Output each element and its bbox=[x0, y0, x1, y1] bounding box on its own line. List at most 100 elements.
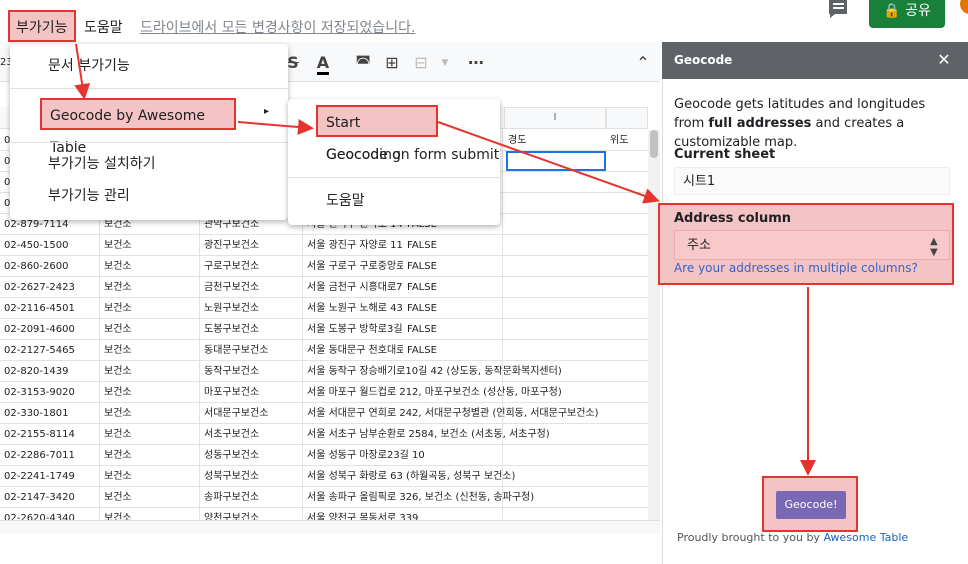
table-cell[interactable]: 02-2127-5465 bbox=[0, 340, 100, 361]
multi-column-link[interactable]: Are your addresses in multiple columns? bbox=[674, 261, 918, 275]
table-cell[interactable]: 서울 성동구 마장로23길 10 bbox=[303, 445, 427, 466]
table-cell[interactable]: 서울 동작구 장승배기로10길 42 (상도동, 동작문화복지센터) bbox=[303, 361, 564, 382]
table-cell[interactable]: 서울 노원구 노해로 43 bbox=[303, 298, 403, 319]
table-cell[interactable]: 서울 동대문구 천호대로 bbox=[303, 340, 403, 361]
menu-item-geocode-on-submit[interactable]: Geocode on form submit bbox=[288, 139, 500, 171]
table-cell[interactable]: 도봉구보건소 bbox=[200, 319, 303, 340]
comment-icon[interactable] bbox=[826, 0, 852, 20]
table-cell[interactable]: 금천구보건소 bbox=[200, 277, 303, 298]
table-cell[interactable]: 02-2241-1749 bbox=[0, 466, 100, 487]
borders-icon[interactable]: ⊞ bbox=[381, 52, 403, 74]
table-cell[interactable]: 광진구보건소 bbox=[200, 235, 303, 256]
table-cell[interactable] bbox=[403, 403, 503, 424]
table-cell[interactable]: 보건소 bbox=[100, 466, 200, 487]
table-cell[interactable]: 보건소 bbox=[100, 403, 200, 424]
menu-help[interactable]: 도움말 bbox=[78, 12, 129, 44]
table-cell[interactable] bbox=[403, 445, 503, 466]
table-cell[interactable]: 보건소 bbox=[100, 277, 200, 298]
table-cell[interactable]: 성북구보건소 bbox=[200, 466, 303, 487]
table-cell[interactable] bbox=[403, 382, 503, 403]
table-cell[interactable]: 서울 금천구 시흥대로7 bbox=[303, 277, 403, 298]
address-column-label: Address column bbox=[674, 211, 792, 226]
table-cell[interactable]: 서울 서초구 남부순환로 2584, 보건소 (서초동, 서초구청) bbox=[303, 424, 552, 445]
table-row: 02-330-1801 보건소 서대문구보건소 서울 서대문구 연희로 242, 서대… bbox=[0, 403, 660, 424]
menu-addons[interactable]: 부가기능 bbox=[8, 10, 76, 42]
table-cell[interactable]: 보건소 bbox=[100, 382, 200, 403]
fill-color-icon[interactable]: ◚ bbox=[352, 52, 374, 74]
column-header-j[interactable] bbox=[606, 107, 648, 129]
table-cell[interactable]: 보건소 bbox=[100, 424, 200, 445]
table-cell[interactable]: 서울 구로구 구로중앙로 bbox=[303, 256, 403, 277]
table-cell[interactable]: FALSE bbox=[403, 235, 503, 256]
table-row: 02-2155-8114 보건소 서초구보건소 서울 서초구 남부순환로 2584, … bbox=[0, 424, 660, 445]
table-cell[interactable]: 보건소 bbox=[100, 235, 200, 256]
table-cell[interactable]: 보건소 bbox=[100, 340, 200, 361]
table-cell[interactable]: 02-2091-4600 bbox=[0, 319, 100, 340]
table-cell[interactable]: 보건소 bbox=[100, 445, 200, 466]
table-cell[interactable]: 02-450-1500 bbox=[0, 235, 100, 256]
table-cell[interactable]: 02-2627-2423 bbox=[0, 277, 100, 298]
table-cell[interactable]: 마포구보건소 bbox=[200, 382, 303, 403]
merge-cells-icon[interactable]: ⊟ bbox=[410, 52, 432, 74]
menu-item-manage-addons[interactable]: 부가기능 관리 bbox=[10, 180, 288, 212]
table-cell[interactable]: 서울 광진구 자양로 11 bbox=[303, 235, 403, 256]
menu-item-docs-addons[interactable]: 문서 부가기능 bbox=[10, 50, 288, 82]
chevron-down-icon[interactable]: ▼ bbox=[434, 52, 456, 74]
table-cell[interactable]: 02-820-1439 bbox=[0, 361, 100, 382]
table-cell[interactable]: 보건소 bbox=[100, 298, 200, 319]
table-cell[interactable]: 서울 마포구 월드컵로 212, 마포구보건소 (성산동, 마포구청) bbox=[303, 382, 564, 403]
menu-item-start-geocoding[interactable]: Start Geocoding bbox=[316, 105, 438, 163]
table-cell[interactable]: 서울 도봉구 방학로3길 bbox=[303, 319, 403, 340]
table-cell[interactable]: 보건소 bbox=[100, 487, 200, 508]
addons-menu: 문서 부가기능 Geocode by Awesome Table ▸ 부가기능 … bbox=[10, 44, 288, 220]
table-cell[interactable]: 서울 성북구 화랑로 63 (하월곡동, 성북구 보건소) bbox=[303, 466, 518, 487]
table-cell[interactable]: 02-2147-3420 bbox=[0, 487, 100, 508]
table-cell[interactable]: 동작구보건소 bbox=[200, 361, 303, 382]
scroll-thumb[interactable] bbox=[650, 130, 658, 158]
table-cell[interactable]: 보건소 bbox=[100, 319, 200, 340]
table-cell[interactable]: 02-3153-9020 bbox=[0, 382, 100, 403]
table-cell[interactable] bbox=[403, 487, 503, 508]
table-cell[interactable]: 보건소 bbox=[100, 256, 200, 277]
more-icon[interactable]: ⋯ bbox=[465, 52, 487, 74]
table-cell[interactable] bbox=[403, 424, 503, 445]
table-cell[interactable] bbox=[403, 466, 503, 487]
table-cell[interactable]: 동대문구보건소 bbox=[200, 340, 303, 361]
table-cell[interactable]: 02-2116-4501 bbox=[0, 298, 100, 319]
table-cell[interactable]: 02-2155-8114 bbox=[0, 424, 100, 445]
awesome-table-link[interactable]: Awesome Table bbox=[823, 531, 908, 544]
lock-icon: 🔒 bbox=[883, 3, 901, 19]
collapse-icon[interactable]: ⌃ bbox=[632, 52, 654, 74]
table-cell[interactable]: 서울 송파구 올림픽로 326, 보건소 (신천동, 송파구청) bbox=[303, 487, 537, 508]
address-column-select[interactable]: 주소 bbox=[674, 230, 950, 260]
text-color-icon[interactable]: A bbox=[312, 52, 334, 75]
table-cell[interactable]: 보건소 bbox=[100, 361, 200, 382]
share-button[interactable]: 🔒 공유 bbox=[869, 0, 945, 28]
table-cell[interactable]: 서대문구보건소 bbox=[200, 403, 303, 424]
table-cell[interactable]: FALSE bbox=[403, 277, 503, 298]
menu-item-install-addons[interactable]: 부가기능 설치하기 bbox=[10, 148, 288, 180]
table-cell[interactable]: 구로구보건소 bbox=[200, 256, 303, 277]
table-cell[interactable]: 노원구보건소 bbox=[200, 298, 303, 319]
column-header-i[interactable]: I bbox=[504, 107, 606, 129]
table-cell[interactable]: 02-860-2600 bbox=[0, 256, 100, 277]
table-cell[interactable] bbox=[403, 361, 503, 382]
geocode-button[interactable]: Geocode! bbox=[776, 491, 846, 519]
menu-item-help[interactable]: 도움말 bbox=[288, 185, 500, 217]
table-cell[interactable]: FALSE bbox=[403, 256, 503, 277]
vertical-scrollbar[interactable] bbox=[648, 130, 660, 520]
table-cell[interactable]: 서울 서대문구 연희로 242, 서대문구청별관 (연희동, 서대문구보건소) bbox=[303, 403, 601, 424]
selected-cell[interactable] bbox=[506, 151, 606, 171]
close-icon[interactable]: ✕ bbox=[936, 50, 952, 70]
table-cell[interactable]: 서초구보건소 bbox=[200, 424, 303, 445]
table-cell[interactable]: 02-2286-7011 bbox=[0, 445, 100, 466]
save-status[interactable]: 드라이브에서 모든 변경사항이 저장되었습니다. bbox=[140, 12, 415, 44]
table-cell[interactable]: 성동구보건소 bbox=[200, 445, 303, 466]
table-cell[interactable]: FALSE bbox=[403, 340, 503, 361]
table-cell[interactable]: 송파구보건소 bbox=[200, 487, 303, 508]
horizontal-scrollbar[interactable] bbox=[0, 520, 660, 534]
menu-item-geocode[interactable]: Geocode by Awesome Table bbox=[40, 98, 236, 156]
table-cell[interactable]: 02-330-1801 bbox=[0, 403, 100, 424]
table-cell[interactable]: FALSE bbox=[403, 319, 503, 340]
table-cell[interactable]: FALSE bbox=[403, 298, 503, 319]
